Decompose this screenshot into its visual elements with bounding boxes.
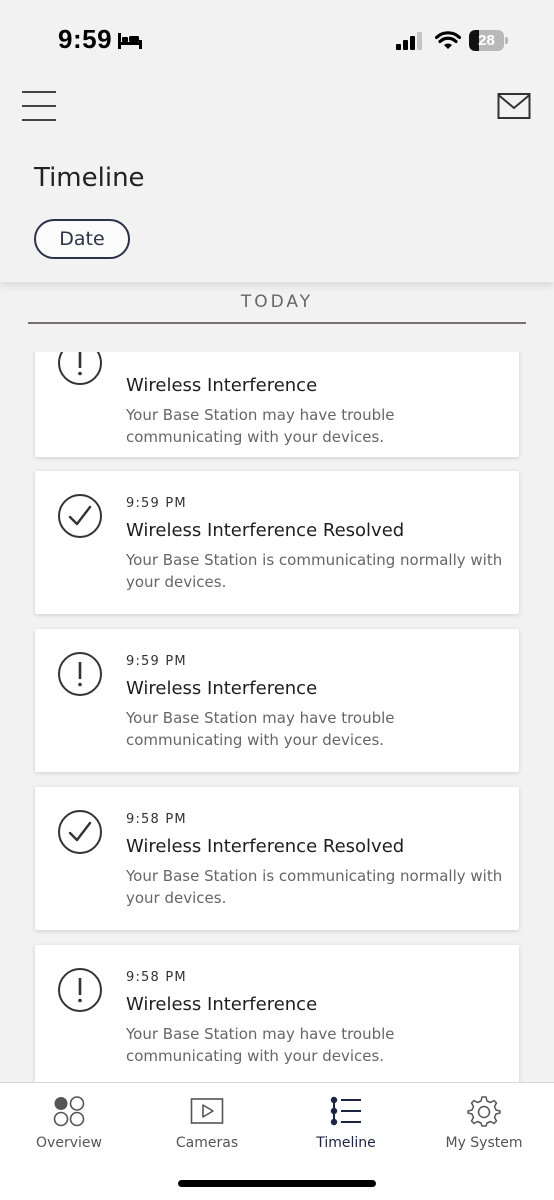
event-card[interactable]: Wireless Interference Your Base Station …: [35, 352, 519, 457]
battery-body: 28: [469, 30, 504, 51]
event-card[interactable]: 9:59 PM Wireless Interference Your Base …: [35, 629, 519, 772]
tab-label: Timeline: [316, 1135, 376, 1151]
event-title: Wireless Interference: [126, 994, 318, 1015]
event-title: Wireless Interference: [126, 375, 318, 396]
battery-indicator: 28: [469, 30, 509, 51]
menu-line: [22, 119, 56, 121]
tab-label: Overview: [36, 1135, 102, 1151]
event-title: Wireless Interference: [126, 678, 318, 699]
event-time: 9:59 PM: [126, 654, 187, 669]
section-divider: [28, 322, 526, 324]
section-label-today: TODAY: [240, 292, 314, 312]
check-circle-icon: [58, 810, 102, 854]
event-time: 9:58 PM: [126, 970, 187, 985]
event-time: 9:59 PM: [126, 496, 187, 511]
date-filter-button[interactable]: Date: [34, 219, 130, 259]
check-circle-icon: [58, 494, 102, 538]
timeline-feed[interactable]: Wireless Interference Your Base Station …: [0, 352, 554, 1082]
menu-line: [22, 105, 56, 107]
event-description: Your Base Station may have trouble commu…: [126, 406, 395, 446]
overview-icon: [53, 1096, 85, 1127]
battery-cap: [505, 37, 508, 44]
tab-my-system[interactable]: My System: [415, 1083, 553, 1163]
alert-icon: [58, 652, 102, 696]
status-bar: 9:59 28: [0, 0, 554, 78]
gear-icon: [467, 1096, 501, 1127]
event-description: Your Base Station may have trouble commu…: [126, 709, 395, 749]
event-time: 9:58 PM: [126, 812, 187, 827]
status-time: 9:59: [58, 24, 113, 54]
event-title: Wireless Interference Resolved: [126, 836, 405, 857]
alert-icon: [58, 968, 102, 1012]
tab-timeline[interactable]: Timeline: [277, 1083, 415, 1163]
battery-percent: 28: [478, 32, 495, 49]
alert-icon: [58, 352, 102, 385]
tab-label: My System: [445, 1135, 523, 1151]
event-description: Your Base Station is communicating norma…: [126, 867, 503, 907]
event-description: Your Base Station may have trouble commu…: [126, 1025, 395, 1065]
event-card[interactable]: 9:58 PM Wireless Interference Resolved Y…: [35, 787, 519, 930]
tab-cameras[interactable]: Cameras: [138, 1083, 276, 1163]
cellular-signal-icon: [396, 32, 422, 50]
tab-label: Cameras: [175, 1135, 239, 1151]
page-title: Timeline: [34, 163, 145, 193]
camera-icon: [190, 1098, 224, 1124]
event-description: Your Base Station is communicating norma…: [126, 551, 503, 591]
mail-icon[interactable]: [497, 92, 531, 120]
menu-line: [22, 91, 56, 93]
wifi-icon: [435, 31, 461, 49]
tab-overview[interactable]: Overview: [0, 1083, 138, 1163]
app-header: 9:59 28 Timeline Date: [0, 0, 554, 282]
event-card[interactable]: 9:59 PM Wireless Interference Resolved Y…: [35, 471, 519, 614]
event-card[interactable]: 9:58 PM Wireless Interference Your Base …: [35, 945, 519, 1082]
menu-button[interactable]: [22, 90, 56, 122]
home-indicator[interactable]: [178, 1180, 376, 1187]
event-title: Wireless Interference Resolved: [126, 520, 405, 541]
sleep-focus-icon: [118, 33, 142, 49]
timeline-icon: [330, 1096, 361, 1126]
